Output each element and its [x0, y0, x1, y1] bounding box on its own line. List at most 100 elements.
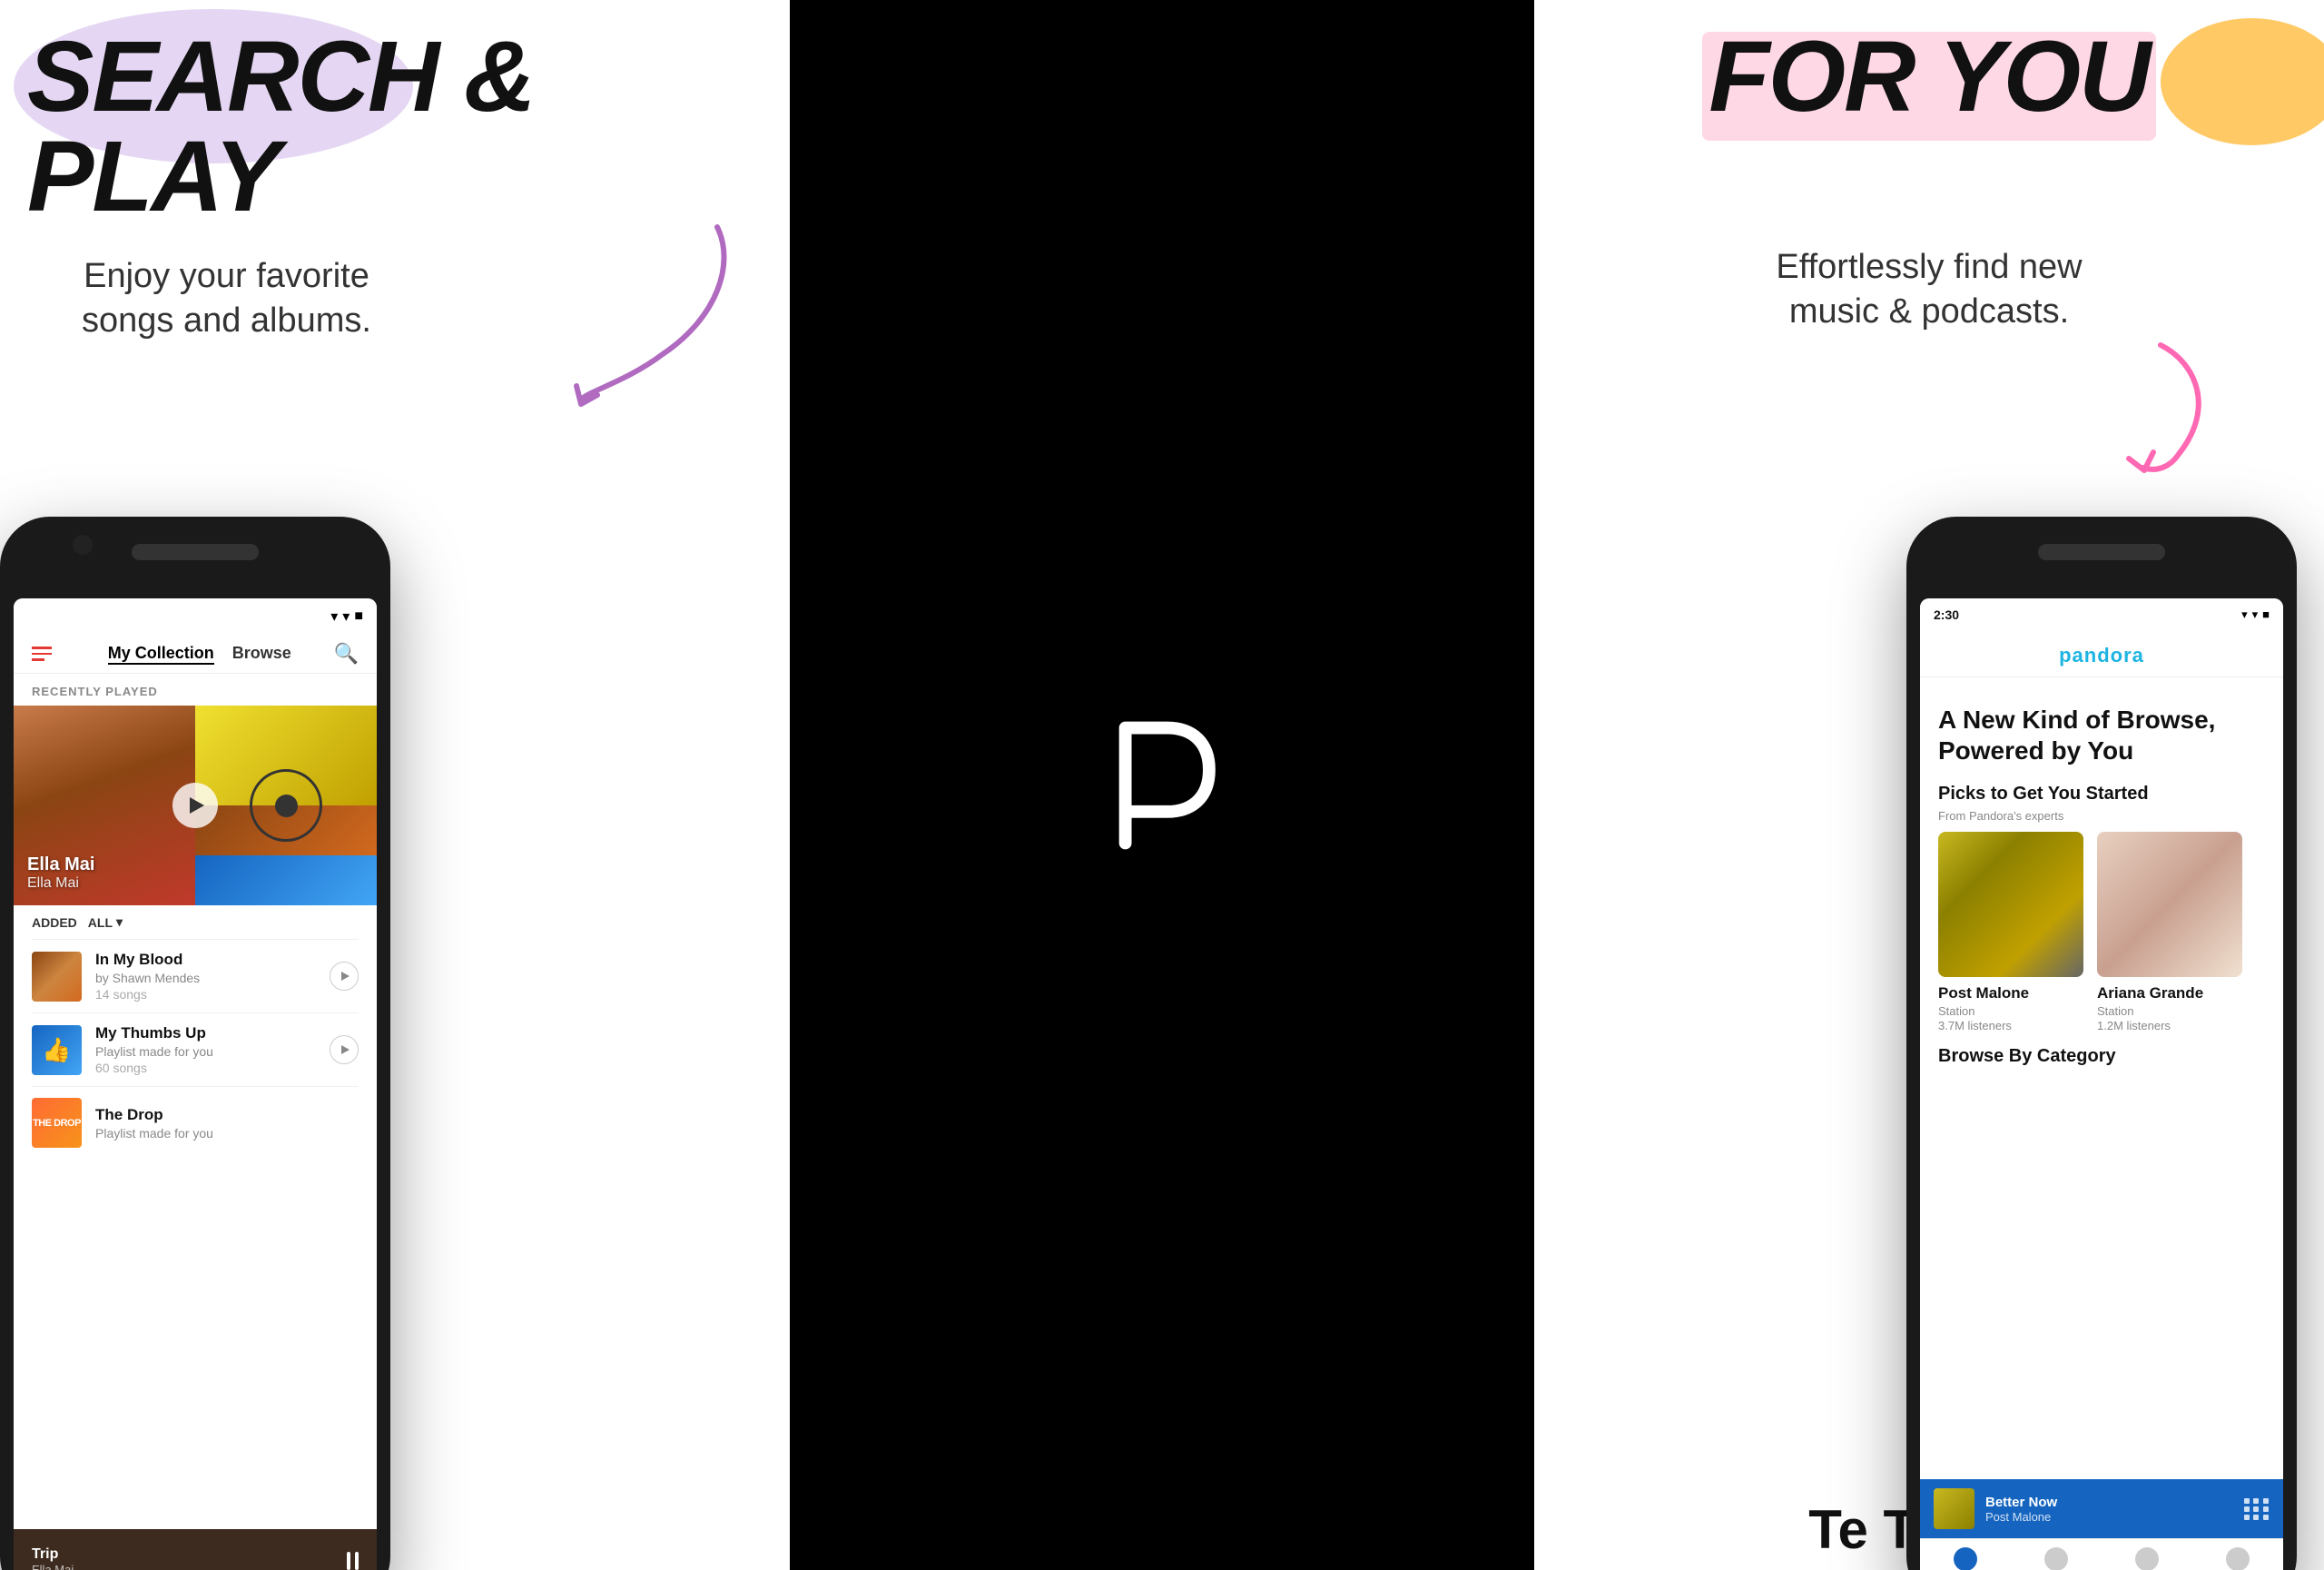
- song-title-the-drop: The Drop: [95, 1106, 359, 1124]
- right-subtitle: Effortlessly find new music & podcasts.: [1776, 245, 2082, 335]
- right-panel: FOR YOU Effortlessly find new music & po…: [1534, 0, 2324, 1570]
- hero-artist-name: Ella Mai: [27, 854, 94, 875]
- song-play-button-in-my-blood[interactable]: [330, 962, 359, 991]
- mini-player-artist-right: Post Malone: [1985, 1510, 2233, 1524]
- tab-my-collection[interactable]: My Collection: [108, 644, 214, 665]
- mini-player-title-left: Trip: [32, 1546, 336, 1563]
- phone-camera-left: [73, 535, 93, 555]
- song-thumb-my-thumbs-up: [32, 1025, 82, 1075]
- arrow-decoration: [572, 209, 735, 409]
- for-you-icon: [1954, 1547, 1977, 1570]
- picks-section-sub: From Pandora's experts: [1920, 809, 2283, 832]
- nav-bar-left: My Collection Browse 🔍: [14, 635, 377, 674]
- song-play-button-my-thumbs-up[interactable]: [330, 1035, 359, 1064]
- song-count-in-my-blood: 14 songs: [95, 987, 316, 1002]
- pick-name-post-malone: Post Malone: [1938, 984, 2083, 1002]
- right-title: FOR YOU: [1709, 27, 2149, 127]
- center-panel: [790, 0, 1534, 1570]
- pause-bar-2: [355, 1552, 359, 1570]
- ariana-grande-album-art: [2097, 832, 2242, 977]
- left-subtitle: Enjoy your favorite songs and albums.: [82, 254, 371, 344]
- mini-player-thumb-right: [1934, 1488, 1974, 1529]
- pick-name-ariana-grande: Ariana Grande: [2097, 984, 2242, 1002]
- status-bar-left: ▾ ▾ ■: [14, 598, 377, 635]
- left-panel: SEARCH & PLAY Enjoy your favorite songs …: [0, 0, 790, 1570]
- left-title: SEARCH & PLAY: [27, 27, 790, 227]
- phone-notch-left: [132, 544, 259, 560]
- search-nav-icon: [2135, 1547, 2159, 1570]
- pandora-browse-title: A New Kind of Browse,Powered by You: [1938, 705, 2265, 765]
- bottom-nav-for-you[interactable]: For You: [1920, 1539, 2011, 1570]
- filter-row: ADDED ALL ▾: [14, 905, 377, 939]
- song-item-in-my-blood[interactable]: In My Blood by Shawn Mendes 14 songs: [14, 940, 377, 1012]
- mini-player-right[interactable]: Better Now Post Malone: [1920, 1479, 2283, 1538]
- picks-section-title: Picks to Get You Started: [1920, 770, 2283, 809]
- tab-browse[interactable]: Browse: [232, 644, 291, 665]
- record-circle: [250, 769, 322, 842]
- song-title-my-thumbs-up: My Thumbs Up: [95, 1024, 316, 1042]
- chevron-down-icon: ▾: [116, 914, 123, 930]
- status-icons-right: ▾ ▾ ■: [2241, 607, 2270, 622]
- profile-nav-icon: [2226, 1547, 2250, 1570]
- song-artist-in-my-blood: by Shawn Mendes: [95, 971, 316, 985]
- hero-right-top: [195, 706, 377, 805]
- pick-type-ariana-grande: Station: [2097, 1004, 2242, 1018]
- mini-player-title-right: Better Now: [1985, 1495, 2233, 1510]
- hamburger-icon[interactable]: [32, 647, 52, 661]
- phone-screen-right: 2:30 ▾ ▾ ■ pandora A New Kind of Browse,…: [1920, 598, 2283, 1570]
- song-subtitle-the-drop: Playlist made for you: [95, 1126, 359, 1140]
- battery-icon: ■: [2262, 607, 2270, 621]
- pandora-logo: [1108, 717, 1216, 854]
- mini-player-left[interactable]: Trip Ella Mai: [14, 1529, 377, 1570]
- grid-icon[interactable]: [2244, 1498, 2270, 1520]
- phone-screen-left: ▾ ▾ ■ My Collection Browse 🔍 RECENTLY PL…: [14, 598, 377, 1570]
- pick-card-ariana-grande[interactable]: Ariana Grande Station 1.2M listeners: [2097, 832, 2242, 1032]
- pick-thumb-post-malone: [1938, 832, 2083, 977]
- phone-notch-right: [2038, 544, 2165, 560]
- pink-arrow-decoration: [2088, 336, 2233, 481]
- pick-listeners-ariana-grande: 1.2M listeners: [2097, 1019, 2242, 1032]
- pick-thumb-ariana-grande: [2097, 832, 2242, 977]
- song-info-the-drop: The Drop Playlist made for you: [95, 1106, 359, 1140]
- my-collection-icon: [2044, 1547, 2068, 1570]
- bottom-nav-right: For You My Collection Search Profile: [1920, 1538, 2283, 1570]
- search-icon[interactable]: 🔍: [334, 642, 359, 666]
- bottom-nav-search[interactable]: Search: [2102, 1539, 2192, 1570]
- mini-player-track-left: Trip Ella Mai: [32, 1546, 336, 1570]
- song-item-the-drop[interactable]: THE DROP The Drop Playlist made for you: [14, 1087, 377, 1159]
- pick-type-post-malone: Station: [1938, 1004, 2083, 1018]
- wifi-icon: ▾: [2241, 607, 2248, 622]
- pick-listeners-post-malone: 3.7M listeners: [1938, 1019, 2083, 1032]
- song-info-in-my-blood: In My Blood by Shawn Mendes 14 songs: [95, 951, 316, 1002]
- song-count-my-thumbs-up: 60 songs: [95, 1061, 316, 1075]
- mini-player-artist-left: Ella Mai: [32, 1563, 336, 1570]
- pandora-header: pandora: [1920, 630, 2283, 677]
- hero-image[interactable]: Ella Mai Ella Mai: [14, 706, 377, 905]
- pause-button-left[interactable]: [347, 1552, 359, 1570]
- bottom-nav-profile[interactable]: Profile: [2192, 1539, 2283, 1570]
- filter-all-dropdown[interactable]: ALL ▾: [88, 914, 123, 930]
- orange-blob-decoration: [2161, 18, 2324, 145]
- song-thumb-in-my-blood: [32, 952, 82, 1002]
- browse-section: A New Kind of Browse,Powered by You: [1920, 677, 2283, 770]
- mini-player-info-right: Better Now Post Malone: [1985, 1495, 2233, 1524]
- record-inner: [275, 795, 298, 817]
- hero-album-name: Ella Mai: [27, 875, 94, 892]
- song-title-in-my-blood: In My Blood: [95, 951, 316, 969]
- status-icons-left: ▾ ▾ ■: [330, 607, 363, 626]
- pandora-p-icon: [1108, 717, 1216, 854]
- song-subtitle-my-thumbs-up: Playlist made for you: [95, 1044, 316, 1059]
- status-bar-right: 2:30 ▾ ▾ ■: [1920, 598, 2283, 630]
- bottom-nav-my-collection[interactable]: My Collection: [2011, 1539, 2102, 1570]
- song-info-my-thumbs-up: My Thumbs Up Playlist made for you 60 so…: [95, 1024, 316, 1075]
- hero-play-button[interactable]: [172, 783, 218, 828]
- hero-right-bottom: [195, 855, 377, 905]
- post-malone-album-art: [1938, 832, 2083, 977]
- hero-overlay: Ella Mai Ella Mai: [27, 854, 94, 892]
- phone-right: 2:30 ▾ ▾ ■ pandora A New Kind of Browse,…: [1906, 517, 2297, 1570]
- picks-grid: Post Malone Station 3.7M listeners Arian…: [1920, 832, 2283, 1032]
- filter-added[interactable]: ADDED: [32, 915, 77, 930]
- pause-bar-1: [347, 1552, 350, 1570]
- song-item-my-thumbs-up[interactable]: My Thumbs Up Playlist made for you 60 so…: [14, 1013, 377, 1086]
- pick-card-post-malone[interactable]: Post Malone Station 3.7M listeners: [1938, 832, 2083, 1032]
